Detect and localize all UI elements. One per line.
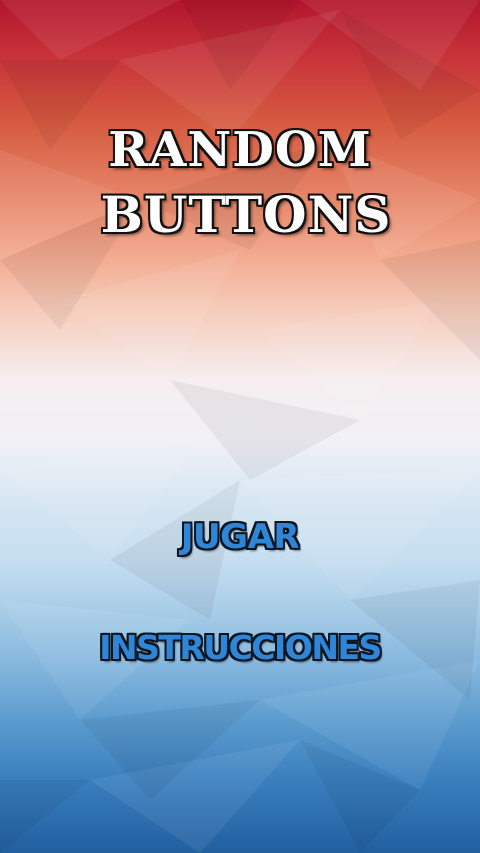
instructions-button[interactable]: INSTRUCCIONES <box>0 628 480 667</box>
play-button[interactable]: JUGAR <box>0 517 480 557</box>
game-title-line1: RANDOM <box>108 122 372 178</box>
game-title-line2: BUTTONS <box>100 185 392 244</box>
